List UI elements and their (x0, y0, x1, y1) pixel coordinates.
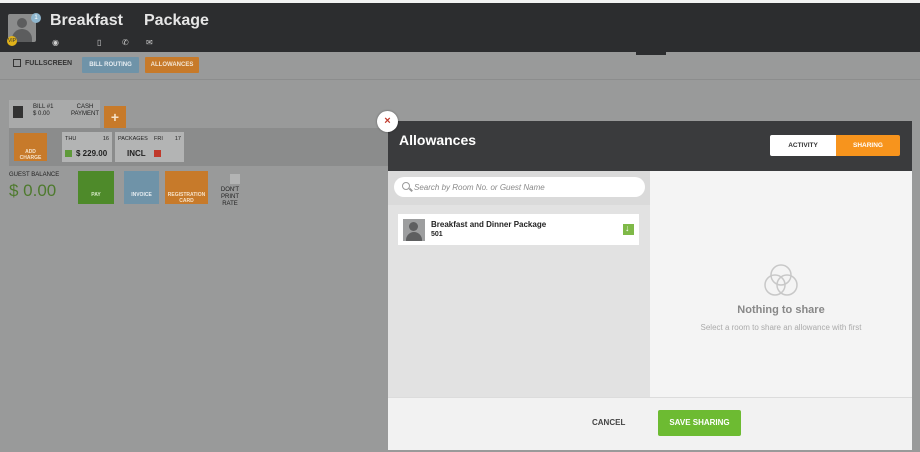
add-room-icon[interactable] (623, 223, 634, 235)
pay-button[interactable]: PAY (78, 171, 114, 204)
day-date: 16 (102, 136, 109, 142)
allowances-modal: Allowances ACTIVITY SHARING Breakfast an… (388, 121, 912, 450)
search-bar-area (388, 171, 650, 205)
toolbar-divider (0, 79, 920, 80)
day-name: THU (65, 136, 77, 142)
search-input[interactable] (414, 180, 639, 194)
allowances-button[interactable]: ALLOWANCES (145, 57, 199, 73)
room-number: 501 (431, 231, 443, 238)
bill-amount: $ 0.00 (33, 111, 50, 117)
room-list-pane: Breakfast and Dinner Package 501 (388, 171, 650, 397)
location-icon[interactable]: ◉ (52, 38, 59, 47)
upload-icon (154, 150, 161, 157)
day-card-fri[interactable]: FRI 17 (151, 132, 184, 162)
dont-print-rate-checkbox[interactable] (230, 174, 240, 184)
day-value: $ 229.00 (76, 149, 108, 158)
tab-activity[interactable]: ACTIVITY (770, 135, 836, 156)
fullscreen-label: FULLSCREEN (25, 59, 73, 67)
bill-routing-button[interactable]: BILL ROUTING (82, 57, 139, 73)
vip-badge: VIP (7, 36, 17, 46)
room-guest-name: Breakfast and Dinner Package (431, 220, 547, 229)
modal-footer-divider (388, 397, 912, 398)
room-list-item[interactable]: Breakfast and Dinner Package 501 (398, 214, 639, 245)
modal-title: Allowances (399, 132, 477, 148)
guest-balance-value: $ 0.00 (9, 181, 57, 200)
save-sharing-button[interactable]: SAVE SHARING (658, 410, 741, 436)
bill-number: BILL #1 (33, 104, 54, 110)
cash-payment-label: CASH PAYMENT (70, 104, 100, 117)
avatar-head (409, 222, 418, 231)
avatar-count-badge: 1 (31, 13, 41, 23)
invoice-button[interactable]: INVOICE (124, 171, 159, 204)
cancel-button[interactable]: CANCEL (592, 418, 625, 427)
guest-first-name: Breakfast (50, 12, 123, 29)
header-pull-tab[interactable] (636, 49, 666, 55)
day-value: INCL (127, 149, 146, 158)
fullscreen-button[interactable]: FULLSCREEN (13, 59, 72, 67)
email-icon[interactable]: ✉ (146, 38, 153, 47)
avatar-head (17, 18, 27, 28)
add-charge-button[interactable]: ADD CHARGE (14, 133, 47, 161)
empty-state-subtitle: Select a room to share an allowance with… (700, 323, 862, 332)
download-icon (65, 150, 72, 157)
room-guest-avatar (403, 219, 425, 241)
search-field[interactable] (394, 177, 645, 197)
day-date: 17 (174, 136, 181, 142)
fullscreen-icon (13, 59, 21, 67)
guest-last-name: Package (144, 12, 209, 29)
registration-card-button[interactable]: REGISTRATION CARD (165, 171, 208, 204)
share-circles-icon (764, 264, 798, 296)
guest-balance-label: GUEST BALANCE (9, 172, 60, 178)
bill-label: BILL #1 $ 0.00 (33, 104, 53, 118)
day-name: FRI (154, 136, 163, 142)
sharing-pane: Nothing to share Select a room to share … (650, 171, 912, 397)
tab-sharing[interactable]: SHARING (836, 135, 900, 156)
phone-icon[interactable]: ✆ (122, 38, 129, 47)
add-bill-button[interactable]: + (104, 106, 126, 128)
empty-state-title: Nothing to share (737, 304, 825, 316)
avatar-body (406, 232, 422, 241)
day-card-thu[interactable]: THU 16 $ 229.00 (62, 132, 112, 162)
mobile-icon[interactable]: ▯ (97, 38, 101, 47)
close-icon[interactable]: × (377, 111, 398, 132)
modal-header: Allowances ACTIVITY SHARING (388, 121, 912, 171)
guest-header: 1 VIP Breakfast Package ◉ ▯ ✆ ✉ (0, 0, 920, 52)
bill-icon (13, 106, 23, 118)
search-icon (402, 182, 410, 190)
day-card-packages[interactable]: PACKAGES INCL (115, 132, 151, 162)
dont-print-rate-label: DON'T PRINT RATE (220, 187, 240, 207)
day-name: PACKAGES (118, 136, 148, 142)
